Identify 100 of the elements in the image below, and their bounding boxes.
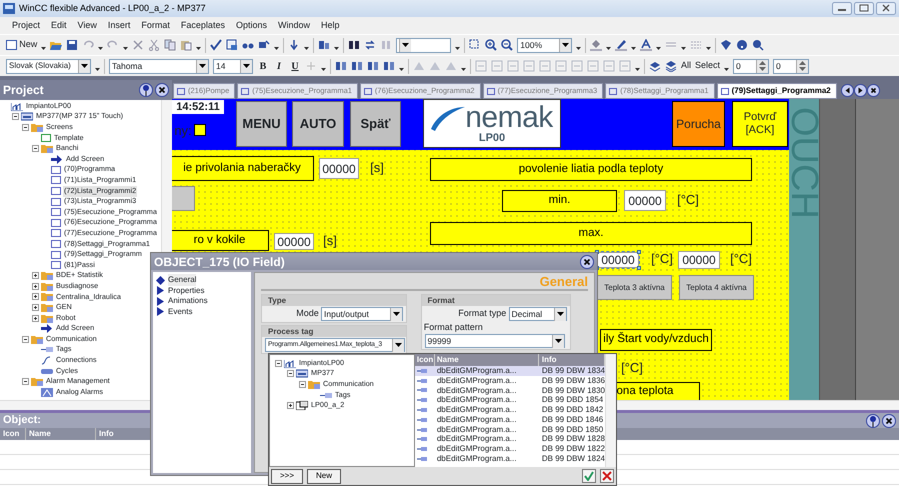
spin-field[interactable]: 0 [733,58,770,74]
table-row[interactable]: dbEditGMProgram.a... DB 99 DBW 1822 [414,444,605,454]
mode-combo[interactable]: Input/output [321,307,403,321]
folder-icon[interactable] [50,39,62,51]
compile-icon[interactable] [226,39,238,51]
table-row[interactable]: dbEditGMProgram.a... DB 99 DBW 1834 [414,366,605,376]
align-icon[interactable] [335,60,347,72]
zoom-in-icon[interactable] [485,39,498,51]
expand-toggle[interactable] [22,378,29,386]
table-row[interactable]: dbEditGMProgram.a... DB 99 DBW 1824 [414,454,605,464]
expand-toggle[interactable] [22,336,29,343]
menu-button[interactable]: AUTO [292,101,344,147]
menu-button[interactable]: MENU [236,101,287,147]
table-cell-text: dbEditGMProgram.a... [436,453,518,466]
expand-toggle[interactable] [32,304,39,312]
close-icon[interactable] [155,83,169,97]
expand-toggle[interactable] [12,113,19,120]
copy-icon[interactable] [164,39,176,51]
save-icon[interactable] [66,39,78,51]
expand-toggle[interactable] [32,145,39,152]
format-pattern-combo[interactable]: 99999 [424,334,564,348]
table-row[interactable]: dbEditGMProgram.a... DB 99 DBD 1842 [414,405,605,415]
align-icon[interactable] [351,60,363,72]
menu-item[interactable]: Options [236,18,267,32]
previous-icon[interactable] [841,84,854,97]
pin-icon[interactable] [866,414,880,428]
minimize-icon[interactable] [832,2,852,15]
expand-toggle[interactable] [32,272,39,280]
close-icon[interactable] [867,84,880,97]
zoom-area-icon[interactable] [469,39,482,51]
font-color-icon[interactable] [640,39,652,51]
expand-toggle[interactable] [32,314,39,322]
io-field[interactable]: 00000 [274,233,314,250]
font-size-combo[interactable]: 14 [213,58,253,74]
new-button[interactable]: New [6,38,38,52]
close-icon[interactable] [882,414,896,428]
io-field[interactable]: 00000 [678,251,720,269]
new-button[interactable]: New [307,468,342,484]
expand-toggle[interactable] [275,360,282,367]
next-icon[interactable] [854,84,867,97]
menu-item[interactable]: Edit [51,18,67,32]
expand-toggle[interactable] [287,402,294,410]
layers-icon[interactable] [665,60,677,72]
io-field[interactable]: 00000 [319,158,359,179]
acknowledge-button[interactable]: Potvrď [ACK] [732,101,788,147]
language-combo[interactable]: Slovak (Slovakia) [6,58,91,74]
tab[interactable]: (79)Settaggi_Programma2 [716,83,837,99]
format-type-combo[interactable]: Decimal [508,307,566,321]
close-icon[interactable] [580,254,594,268]
nav-item[interactable]: General [168,274,196,286]
fault-button[interactable]: Porucha [672,101,725,147]
menu-item[interactable]: Format [141,18,170,32]
nav-item[interactable]: Properties [168,284,204,297]
menu-item[interactable]: Project [12,18,40,32]
table-row[interactable]: dbEditGMProgram.a... DB 99 DBW 1828 [414,434,605,444]
cancel-button[interactable] [600,469,614,483]
check-icon[interactable] [210,39,222,51]
expand-toggle[interactable] [32,282,39,290]
table-row[interactable]: dbEditGMProgram.a... DB 99 DBD 1846 [414,414,605,425]
confirm-button[interactable] [582,469,596,483]
expand-toggle[interactable] [287,370,294,378]
menu-item[interactable]: View [78,18,97,32]
font-combo[interactable]: Tahoma [109,58,209,74]
scrollbar[interactable] [605,354,616,467]
zoom-combo[interactable]: 100% [517,38,572,52]
menu-button[interactable]: Späť [350,101,401,147]
expand-toggle[interactable] [299,380,306,388]
zoom-out-icon[interactable] [501,39,514,51]
io-field[interactable]: 00000 [597,252,639,268]
table-cell-text: dbEditGMProgram.a... [436,395,518,406]
close-icon[interactable] [876,2,896,15]
format-button[interactable]: I [273,58,285,74]
pen-icon[interactable] [615,39,628,51]
table-cell-text: DB 99 DBD 1850 [540,424,604,435]
pin-icon[interactable] [138,83,153,97]
context-help-icon[interactable] [752,39,764,51]
table-row[interactable]: dbEditGMProgram.a... DB 99 DBD 1850 [414,424,605,435]
expand-toggle[interactable] [32,293,39,300]
replace-icon[interactable] [364,39,376,51]
format-button[interactable]: U [289,58,301,74]
screen-button[interactable]: Teplota 4 aktívna [679,275,754,300]
align-icon[interactable] [367,60,379,72]
menu-item[interactable]: Window [278,18,310,32]
align-icon[interactable] [383,60,395,72]
maximize-icon[interactable] [854,2,874,15]
download-icon[interactable] [288,39,300,51]
menu-item[interactable]: Insert [108,18,130,32]
transfer-icon[interactable] [258,39,270,51]
nav-item[interactable]: Animations [168,295,208,308]
expand-toggle[interactable] [22,124,29,131]
menu-item[interactable]: Faceplates [180,18,225,32]
screen-button[interactable]: Teplota 3 aktívna [597,275,672,300]
nav-item[interactable]: Events [168,306,192,318]
more-button[interactable]: >>> [271,468,304,484]
tag-icon [416,406,427,413]
io-field[interactable]: 00000 [624,190,666,211]
format-button[interactable]: B [257,58,269,74]
menu-item[interactable]: Help [321,18,340,32]
layer-icon[interactable] [649,60,661,72]
spin-field[interactable]: 0 [773,58,810,74]
